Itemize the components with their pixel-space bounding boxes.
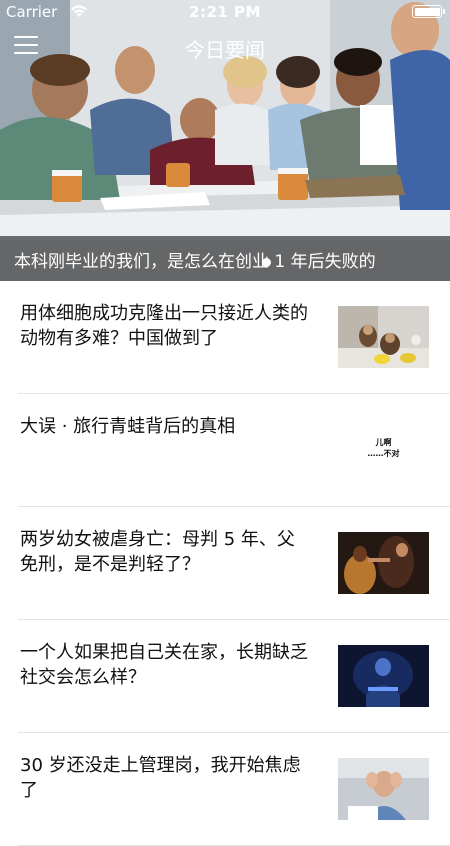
news-thumbnail <box>338 532 429 594</box>
hero-caption-bar[interactable]: 本科刚毕业的我们，是怎么在创业 1 年后失败的 <box>0 236 450 281</box>
status-time: 2:21 PM <box>189 3 261 21</box>
list-item[interactable]: 一个人如果把自己关在家，长期缺乏社交会怎么样？ <box>18 620 450 733</box>
stressed-man-photo <box>338 758 429 820</box>
hero-caption: 本科刚毕业的我们，是怎么在创业 1 年后失败的 <box>14 252 376 272</box>
news-title: 大误 · 旅行青蛙背后的真相 <box>20 416 236 437</box>
page-indicator[interactable] <box>262 252 271 271</box>
news-list: 用体细胞成功克隆出一只接近人类的动物有多难？中国做到了 大误 · 旅行青蛙背后的… <box>0 281 450 846</box>
list-item[interactable]: 两岁幼女被虐身亡：母判 5 年、父免刑，是不是判轻了？ <box>18 507 450 620</box>
news-thumbnail <box>338 306 429 368</box>
battery-level <box>414 7 440 16</box>
news-thumbnail <box>338 645 429 707</box>
list-item[interactable]: 用体细胞成功克隆出一只接近人类的动物有多难？中国做到了 <box>18 281 450 394</box>
monkeys-photo <box>338 306 429 368</box>
news-title: 两岁幼女被虐身亡：母判 5 年、父免刑，是不是判轻了？ <box>20 529 295 575</box>
news-title: 一个人如果把自己关在家，长期缺乏社交会怎么样？ <box>20 642 308 688</box>
list-item[interactable]: 30 岁还没走上管理岗，我开始焦虑了 <box>18 733 450 846</box>
news-title: 用体细胞成功克隆出一只接近人类的动物有多难？中国做到了 <box>20 303 308 349</box>
thumb-caption-line-2: ……不对 <box>367 449 400 458</box>
hero-banner[interactable]: Carrier 2:21 PM 今日要闻 本科刚毕业的我们，是怎么在创业 1 年… <box>0 0 450 281</box>
news-title: 30 岁还没走上管理岗，我开始焦虑了 <box>20 755 301 801</box>
status-bar: Carrier 2:21 PM <box>0 0 450 24</box>
battery-icon <box>412 5 445 18</box>
page-dot-active[interactable] <box>262 258 271 267</box>
nav-bar: 今日要闻 <box>0 24 450 68</box>
thumb-caption-line-1: 儿啊 <box>375 438 392 447</box>
list-item[interactable]: 大误 · 旅行青蛙背后的真相 儿啊 ……不对 <box>18 394 450 507</box>
dark-scene-photo <box>338 532 429 594</box>
news-thumbnail: 儿啊 ……不对 <box>338 419 429 481</box>
news-thumbnail <box>338 758 429 820</box>
person-at-computer-photo <box>338 645 429 707</box>
page-title: 今日要闻 <box>185 38 265 62</box>
